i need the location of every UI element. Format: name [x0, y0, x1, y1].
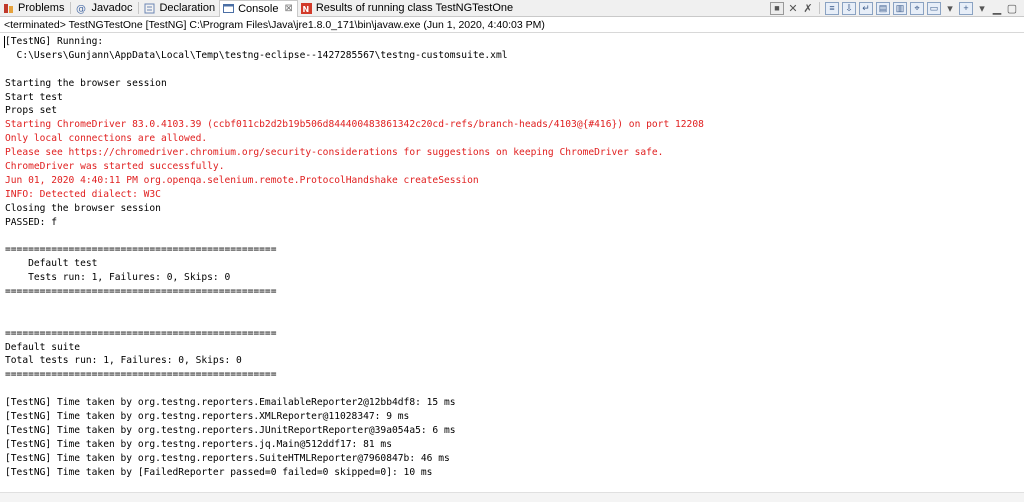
- tab-label: Console: [238, 2, 279, 15]
- chevron-down-icon[interactable]: ▾: [944, 2, 956, 15]
- word-wrap-icon[interactable]: ↵: [859, 1, 873, 15]
- console-toolbar: ■ ✕ ✗ ≡ ⇩ ↵ ▤ ▥ ⌖ ▭ ▾ + ▾ ▁ ▢: [770, 0, 1018, 16]
- minimize-icon[interactable]: ▁: [991, 2, 1003, 15]
- problems-icon: [3, 3, 14, 14]
- open-console-icon[interactable]: +: [959, 1, 973, 15]
- chevron-down-icon[interactable]: ▾: [976, 2, 988, 15]
- tab-label: Declaration: [159, 2, 216, 14]
- console-line: ========================================…: [5, 369, 277, 381]
- terminate-icon[interactable]: ■: [770, 1, 784, 15]
- javadoc-icon: @: [76, 3, 87, 15]
- console-line: ========================================…: [5, 327, 277, 339]
- show-on-stdout-icon[interactable]: ▤: [876, 1, 890, 15]
- display-selected-console-icon[interactable]: ▭: [927, 1, 941, 15]
- scroll-lock-icon[interactable]: ⇩: [842, 1, 856, 15]
- testng-icon: N: [300, 2, 312, 14]
- tab-separator: [70, 2, 72, 14]
- console-line: ========================================…: [5, 286, 277, 298]
- console-line: Start test: [5, 91, 63, 103]
- console-line: [TestNG] Running:: [5, 36, 104, 47]
- tab-label: Problems: [18, 2, 65, 14]
- svg-text:N: N: [302, 5, 309, 14]
- tab-javadoc[interactable]: @ Javadoc: [73, 0, 136, 16]
- console-line: [TestNG] Time taken by org.testng.report…: [5, 452, 450, 464]
- console-line: INFO: Detected dialect: W3C: [5, 188, 161, 200]
- console-line: ChromeDriver was started successfully.: [5, 161, 225, 173]
- console-line: Please see https://chromedriver.chromium…: [5, 147, 664, 159]
- console-line: Props set: [5, 105, 57, 117]
- console-line: Starting ChromeDriver 83.0.4103.39 (ccbf…: [5, 119, 704, 131]
- console-line: [TestNG] Time taken by org.testng.report…: [5, 397, 456, 409]
- tab-label: Results of running class TestNGTestOne: [315, 2, 514, 14]
- maximize-icon[interactable]: ▢: [1006, 2, 1018, 15]
- console-line: C:\Users\Gunjann\AppData\Local\Temp\test…: [5, 49, 508, 61]
- console-line: Tests run: 1, Failures: 0, Skips: 0: [5, 272, 231, 284]
- launch-status-line: <terminated> TestNGTestOne [TestNG] C:\P…: [4, 19, 545, 31]
- remove-all-terminated-icon[interactable]: ✗: [802, 2, 814, 15]
- console-line: Default suite: [5, 341, 81, 353]
- console-line: ========================================…: [5, 244, 277, 256]
- tab-separator: [138, 2, 140, 14]
- divider: [0, 32, 1024, 33]
- clear-console-icon[interactable]: ≡: [825, 1, 839, 15]
- tab-label: Javadoc: [91, 2, 133, 14]
- console-line: [TestNG] Time taken by org.testng.report…: [5, 424, 456, 436]
- tab-problems[interactable]: Problems: [0, 0, 68, 16]
- declaration-icon: [144, 3, 155, 14]
- pin-console-icon[interactable]: ⌖: [910, 1, 924, 15]
- console-line: Starting the browser session: [5, 77, 167, 89]
- console-line: [TestNG] Time taken by org.testng.report…: [5, 438, 392, 450]
- tab-declaration[interactable]: Declaration: [141, 0, 219, 16]
- console-line: Only local connections are allowed.: [5, 133, 208, 145]
- console-line: PASSED: f: [5, 216, 57, 228]
- toolbar-separator: [819, 2, 820, 14]
- console-line: Closing the browser session: [5, 202, 161, 214]
- console-output[interactable]: [TestNG] Running: C:\Users\Gunjann\AppDa…: [5, 35, 1019, 480]
- console-line: [TestNG] Time taken by [FailedReporter p…: [5, 466, 433, 478]
- console-line: Total tests run: 1, Failures: 0, Skips: …: [5, 355, 242, 367]
- console-line: [TestNG] Time taken by org.testng.report…: [5, 411, 410, 423]
- show-on-stderr-icon[interactable]: ▥: [893, 1, 907, 15]
- tab-console[interactable]: Console ⊠: [219, 0, 298, 17]
- console-icon: [223, 3, 235, 14]
- console-line: Jun 01, 2020 4:40:11 PM org.openqa.selen…: [5, 174, 479, 186]
- svg-text:@: @: [76, 4, 86, 14]
- console-line: Default test: [5, 258, 98, 270]
- remove-launch-icon[interactable]: ✕: [787, 2, 799, 15]
- tab-testng-results[interactable]: N Results of running class TestNGTestOne: [298, 0, 517, 16]
- close-icon[interactable]: ⊠: [284, 3, 292, 14]
